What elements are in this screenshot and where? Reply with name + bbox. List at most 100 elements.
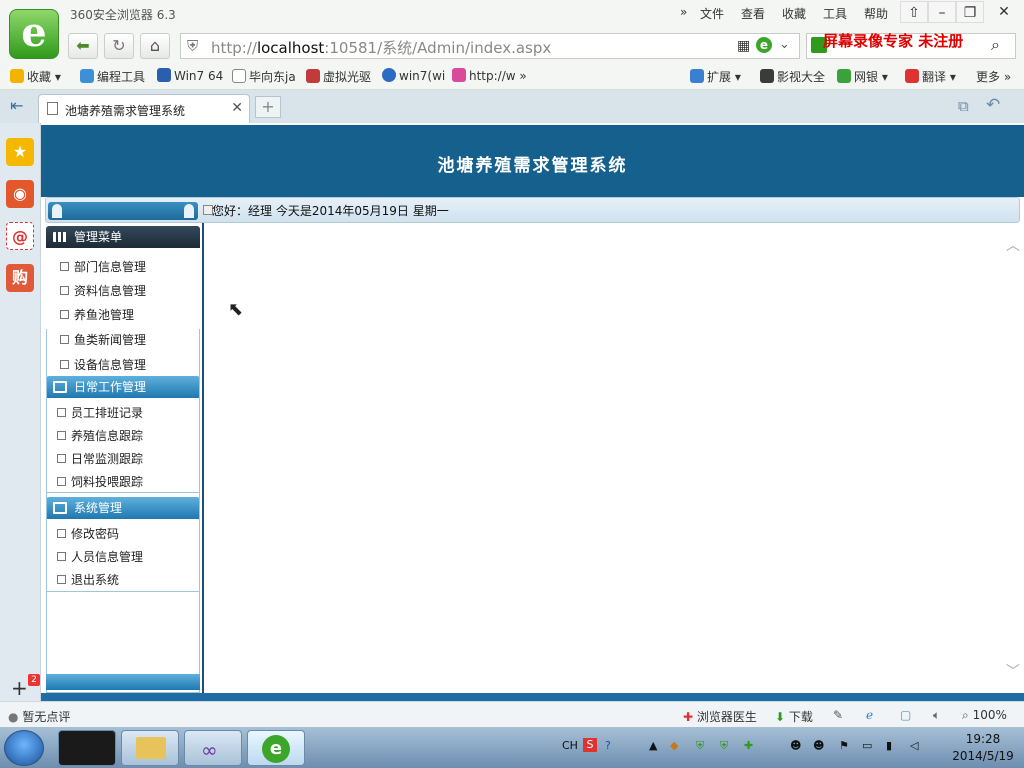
page-icon	[57, 529, 66, 538]
menu-item-fish-news[interactable]: 鱼类新闻管理	[60, 331, 146, 348]
menu-item-department[interactable]: 部门信息管理	[60, 258, 146, 275]
start-button[interactable]	[4, 730, 44, 766]
restore-tab-icon[interactable]: ⧉	[958, 97, 969, 115]
bookmark-virtual-drive[interactable]: 虚拟光驱	[306, 68, 371, 85]
bookmark-bixiangdong[interactable]: 毕向东ja	[232, 68, 296, 85]
qr-code-icon[interactable]: ▦	[737, 38, 750, 54]
close-window-button[interactable]: ✕	[990, 1, 1018, 23]
flag-icon[interactable]: ⚑	[839, 739, 849, 752]
mouse-cursor-icon: ⬉	[228, 299, 244, 320]
weibo-icon[interactable]: ◉	[6, 180, 34, 208]
input-language[interactable]: CH	[562, 739, 578, 752]
windows-taskbar: ∞ e CH S ? ▲ ◆ ⛨ ⛨ ✚ ☻ ☻ ⚑ ▭ ▮ ◁ 19:28 2…	[0, 727, 1024, 768]
undo-close-icon[interactable]: ↶	[986, 95, 1000, 115]
taskbar-app-explorer[interactable]	[121, 730, 179, 766]
bookmark-win7wi[interactable]: win7(wi	[382, 68, 445, 83]
main-content-frame[interactable]: ︿ ﹀ ⬉	[202, 223, 1024, 693]
menu-item-feeding-tracking[interactable]: 饲料投喂跟踪	[57, 473, 143, 490]
qq-icon[interactable]: ☻	[790, 739, 801, 752]
rating-status[interactable]: ● 暂无点评	[8, 708, 70, 725]
plus-icon[interactable]: ✚	[744, 739, 753, 752]
new-tab-button[interactable]: +	[255, 96, 281, 118]
qq-icon[interactable]: ☻	[813, 739, 824, 752]
shield-icon[interactable]: ⛨	[696, 739, 704, 753]
minimize-button[interactable]: –	[928, 1, 956, 23]
address-text[interactable]: http://localhost:10581/系统/Admin/index.as…	[211, 37, 551, 58]
ie-icon[interactable]: ℯ	[866, 708, 873, 722]
bookmark-bank[interactable]: 网银 ▾	[837, 68, 888, 85]
scroll-up-icon[interactable]: ︿	[1006, 235, 1020, 255]
menu-item-daily-monitoring[interactable]: 日常监测跟踪	[57, 450, 143, 467]
menu-group-daily-work[interactable]: 日常工作管理	[46, 376, 200, 398]
scroll-down-icon[interactable]: ﹀	[1006, 661, 1020, 681]
shield-icon[interactable]: ⛨	[720, 739, 728, 753]
menu-item-documents[interactable]: 资料信息管理	[60, 282, 146, 299]
search-icon[interactable]: ⌕	[991, 35, 1000, 55]
chevron-down-icon[interactable]: ⌄	[779, 37, 790, 52]
favorites-star-icon[interactable]: ★	[6, 138, 34, 166]
menu-help[interactable]: 帮助	[864, 5, 888, 22]
tray-expand-icon[interactable]: ▲	[649, 739, 657, 752]
bookmark-favorites[interactable]: 收藏 ▾	[10, 68, 61, 85]
notification-badge: 2	[28, 674, 40, 686]
taskbar-app-recorder[interactable]	[58, 730, 116, 766]
refresh-button[interactable]: ↻	[104, 33, 134, 59]
menu-favorites[interactable]: 收藏	[782, 5, 806, 22]
bookmark-http[interactable]: http://w »	[452, 68, 527, 83]
zoom-control[interactable]: ⌕ 100%	[962, 708, 1007, 723]
menu-item-fish-pond[interactable]: 养鱼池管理	[60, 306, 134, 323]
help-icon[interactable]: ?	[605, 739, 611, 752]
add-app-icon[interactable]: +	[11, 676, 28, 700]
restore-button[interactable]: ❐	[956, 1, 984, 23]
menu-item-personnel[interactable]: 人员信息管理	[57, 548, 143, 565]
skin-icon[interactable]: ⇧	[900, 1, 928, 23]
system-clock[interactable]: 19:28 2014/5/19	[948, 731, 1018, 765]
menu-item-logout[interactable]: 退出系统	[57, 571, 119, 588]
browser-doctor[interactable]: ✚ 浏览器医生	[683, 708, 757, 725]
taskbar-app-visual-studio[interactable]: ∞	[184, 730, 242, 766]
side-menu-footer	[46, 674, 200, 690]
address-bar[interactable]: ⛨ http://localhost:10581/系统/Admin/index.…	[180, 33, 800, 59]
menu-file[interactable]: 文件	[700, 5, 724, 22]
menu-view[interactable]: 查看	[741, 5, 765, 22]
menu-item-equipment[interactable]: 设备信息管理	[60, 356, 146, 373]
volume-icon[interactable]: 🔈︎	[933, 708, 940, 723]
window-icon[interactable]: ▢	[900, 708, 911, 722]
device-icon[interactable]: ▭	[862, 739, 872, 752]
page-icon	[60, 310, 69, 319]
menu-tools[interactable]: 工具	[823, 5, 847, 22]
bookmark-extensions[interactable]: 扩展 ▾	[690, 68, 741, 85]
menu-group-system[interactable]: 系统管理	[46, 497, 200, 519]
close-tab-icon[interactable]: ✕	[231, 100, 243, 116]
taskbar-app-360browser[interactable]: e	[247, 730, 305, 766]
page-footer-bar	[41, 693, 1024, 701]
sogou-icon[interactable]: S	[583, 738, 597, 752]
bookmark-win7-64[interactable]: Win7 64	[157, 68, 223, 83]
menu-item-change-password[interactable]: 修改密码	[57, 525, 119, 542]
bookmark-more[interactable]: 更多 »	[976, 68, 1011, 85]
tab-bar: ⇤ 池塘养殖需求管理系统 ✕ + ⧉ ↶	[0, 90, 1024, 123]
menu-item-breeding-tracking[interactable]: 养殖信息跟踪	[57, 427, 143, 444]
menu-group-management[interactable]: 管理菜单	[46, 226, 200, 248]
sidebar-toggle-icon[interactable]: ⇤	[10, 96, 23, 115]
download-manager[interactable]: ⬇ 下载	[775, 708, 813, 725]
page-icon	[57, 454, 66, 463]
menu-item-staff-schedule[interactable]: 员工排班记录	[57, 404, 143, 421]
page-icon	[57, 552, 66, 561]
home-button[interactable]: ⌂	[140, 33, 170, 59]
menu-group-title: 管理菜单	[74, 230, 123, 244]
security-icon[interactable]: ◆	[670, 739, 678, 752]
back-button[interactable]: ⬅	[68, 33, 98, 59]
rating-icon: ●	[8, 710, 19, 724]
tab-current[interactable]: 池塘养殖需求管理系统 ✕	[38, 94, 250, 123]
shopping-icon[interactable]: 购	[6, 264, 34, 292]
network-icon[interactable]: ▮	[886, 739, 892, 752]
bookmark-translate[interactable]: 翻译 ▾	[905, 68, 956, 85]
volume-icon[interactable]: ◁	[910, 739, 918, 752]
bookmark-video[interactable]: 影视大全	[760, 68, 825, 85]
feedback-icon[interactable]: ✎	[833, 708, 843, 722]
ie-mode-icon[interactable]: e	[756, 37, 772, 53]
menu-more-icon[interactable]: »	[680, 5, 687, 19]
bookmark-programming-tools[interactable]: 编程工具	[80, 68, 145, 85]
mail-icon[interactable]: @	[6, 222, 34, 250]
